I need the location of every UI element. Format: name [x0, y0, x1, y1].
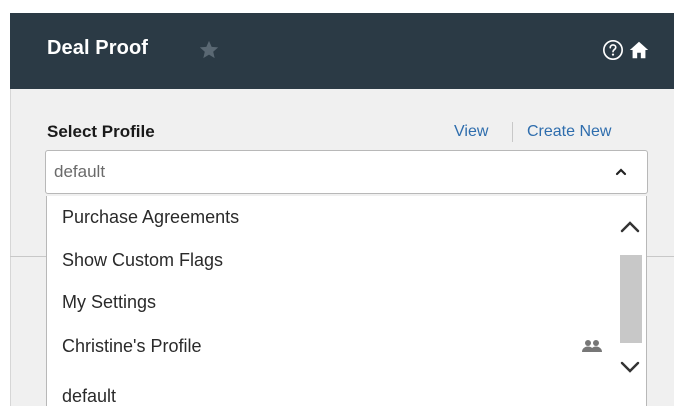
shared-users-icon [582, 340, 602, 352]
dropdown-option-my-settings[interactable]: My Settings [62, 292, 156, 313]
scroll-down-icon[interactable] [619, 359, 641, 375]
profile-dropdown-list: Purchase Agreements Show Custom Flags My… [46, 196, 647, 406]
panel-header: Deal Proof [10, 13, 674, 89]
chevron-up-icon[interactable] [614, 165, 628, 179]
dropdown-option-show-custom-flags[interactable]: Show Custom Flags [62, 250, 223, 271]
left-margin [0, 0, 10, 406]
select-profile-label: Select Profile [47, 122, 155, 141]
view-link[interactable]: View [454, 123, 488, 141]
home-icon[interactable] [628, 39, 650, 61]
create-new-link[interactable]: Create New [527, 123, 611, 141]
dropdown-option-christines-profile[interactable]: Christine's Profile [62, 336, 201, 357]
link-separator [512, 122, 513, 142]
star-icon[interactable] [198, 39, 220, 61]
dropdown-option-purchase-agreements[interactable]: Purchase Agreements [62, 207, 239, 228]
profile-select[interactable]: default [45, 150, 648, 194]
panel-title: Deal Proof [47, 37, 149, 59]
dropdown-option-default[interactable]: default [62, 386, 116, 406]
scroll-up-icon[interactable] [619, 219, 641, 235]
profile-select-value: default [54, 162, 106, 181]
app-frame: Deal Proof Select Profile View Create Ne… [0, 0, 674, 406]
help-circle-icon[interactable] [602, 39, 624, 61]
scrollbar-thumb[interactable] [620, 255, 642, 343]
